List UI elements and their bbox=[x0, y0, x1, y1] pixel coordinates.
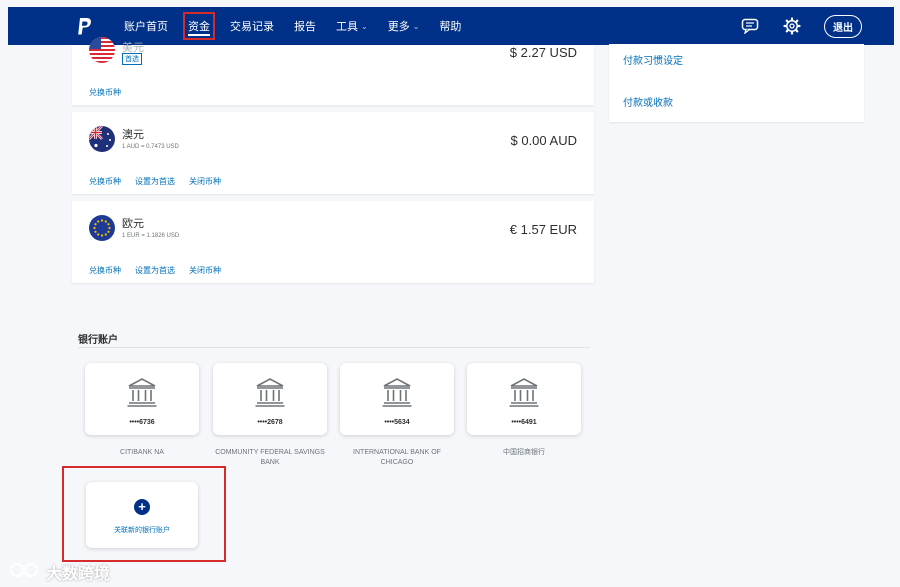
nav-item-help[interactable]: 帮助 bbox=[429, 7, 471, 45]
convert-currency-link[interactable]: 兑换币种 bbox=[89, 87, 121, 98]
currency-card-eur: 欧元 1 EUR = 1.1826 USD € 1.57 EUR 兑换币种 设置… bbox=[72, 201, 594, 283]
nav-item-funds[interactable]: 资金 bbox=[178, 7, 220, 45]
nav-item-reports[interactable]: 报告 bbox=[284, 7, 326, 45]
nav-item-tools[interactable]: 工具 ⌄ bbox=[326, 7, 378, 45]
us-flag-icon bbox=[89, 37, 115, 63]
watermark-logo-icon bbox=[10, 561, 40, 584]
payment-preferences-link[interactable]: 付款习惯设定 bbox=[623, 52, 683, 67]
currency-name: 澳元 bbox=[122, 129, 144, 141]
bank-card-international-chicago[interactable]: ••••5634 bbox=[340, 363, 454, 435]
exchange-rate: 1 EUR = 1.1826 USD bbox=[122, 233, 180, 239]
set-preferred-link[interactable]: 设置为首选 bbox=[135, 176, 175, 187]
bank-account-number: ••••6491 bbox=[511, 419, 537, 426]
bank-accounts-title: 银行账户 bbox=[78, 335, 118, 346]
currency-amount: $ 0.00 AUD bbox=[510, 133, 578, 148]
bank-name: 中国招商银行 bbox=[503, 449, 545, 456]
payment-settings-panel: 付款习惯设定 付款或收款 bbox=[609, 44, 864, 122]
eu-flag-icon bbox=[89, 215, 115, 241]
convert-currency-link[interactable]: 兑换币种 bbox=[89, 176, 121, 187]
bank-icon bbox=[380, 375, 414, 409]
bank-name: CITIBANK NA bbox=[120, 449, 164, 456]
nav-item-more[interactable]: 更多 ⌄ bbox=[378, 7, 430, 45]
send-receive-link[interactable]: 付款或收款 bbox=[623, 94, 673, 109]
bank-icon bbox=[253, 375, 287, 409]
bank-icon bbox=[507, 375, 541, 409]
section-divider bbox=[78, 347, 590, 348]
currency-amount: € 1.57 EUR bbox=[509, 222, 577, 237]
close-currency-link[interactable]: 关闭币种 bbox=[189, 265, 221, 276]
bank-account-number: ••••5634 bbox=[384, 419, 410, 426]
bank-name: COMMUNITY FEDERAL SAVINGS BANK bbox=[215, 449, 325, 466]
currency-card-aud: 澳元 1 AUD = 0.7473 USD $ 0.00 AUD 兑换币种 设置… bbox=[72, 112, 594, 194]
preferred-badge: 首选 bbox=[122, 53, 142, 65]
paypal-logo-icon[interactable] bbox=[74, 15, 96, 37]
bank-name: INTERNATIONAL BANK OF CHICAGO bbox=[353, 449, 441, 466]
bank-card-china-merchants[interactable]: ••••6491 bbox=[467, 363, 581, 435]
bank-account-number: ••••6736 bbox=[129, 419, 155, 426]
message-icon[interactable] bbox=[740, 16, 760, 36]
currency-card-usd: 美元 首选 $ 2.27 USD 兑换币种 bbox=[72, 37, 594, 105]
set-preferred-link[interactable]: 设置为首选 bbox=[135, 265, 175, 276]
bank-icon bbox=[125, 375, 159, 409]
convert-currency-link[interactable]: 兑换币种 bbox=[89, 265, 121, 276]
nav-item-transactions[interactable]: 交易记录 bbox=[220, 7, 284, 45]
bank-card-citibank[interactable]: ••••6736 bbox=[85, 363, 199, 435]
highlight-annotation bbox=[62, 466, 226, 562]
exchange-rate: 1 AUD = 0.7473 USD bbox=[122, 144, 179, 150]
currency-amount: $ 2.27 USD bbox=[509, 45, 577, 60]
watermark: 大数跨境 bbox=[10, 560, 110, 584]
logout-button[interactable]: 退出 bbox=[824, 14, 862, 38]
close-currency-link[interactable]: 关闭币种 bbox=[189, 176, 221, 187]
au-flag-icon bbox=[89, 126, 115, 152]
currency-name: 欧元 bbox=[122, 218, 144, 230]
chevron-down-icon: ⌄ bbox=[412, 21, 420, 31]
gear-icon[interactable] bbox=[782, 16, 802, 36]
bank-card-community-federal[interactable]: ••••2678 bbox=[213, 363, 327, 435]
chevron-down-icon: ⌄ bbox=[361, 21, 368, 31]
bank-account-number: ••••2678 bbox=[257, 419, 283, 426]
watermark-text: 大数跨境 bbox=[46, 566, 111, 583]
